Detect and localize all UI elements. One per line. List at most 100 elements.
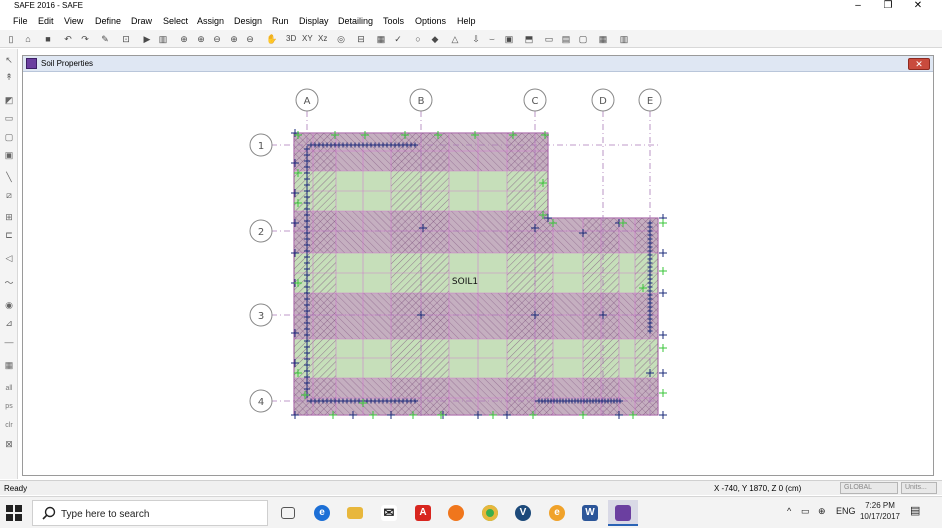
- object-shrink-icon[interactable]: ⊟: [355, 33, 367, 45]
- menu-edit[interactable]: Edit: [38, 16, 54, 26]
- reshape-icon[interactable]: ↟: [3, 71, 15, 83]
- draw-rect-icon[interactable]: ▭: [3, 112, 15, 124]
- minimize-button[interactable]: –: [848, 0, 868, 13]
- draw-line-icon[interactable]: ╲: [3, 171, 15, 183]
- draw-strip-icon[interactable]: ◁: [3, 252, 15, 264]
- set-display-icon[interactable]: ▦: [375, 33, 387, 45]
- windows-start-icon[interactable]: [6, 505, 22, 521]
- tray-chevron-icon[interactable]: ^: [787, 506, 791, 516]
- taskbar-vstudio[interactable]: V: [508, 500, 538, 526]
- edit-pencil-icon[interactable]: ✎: [99, 33, 111, 45]
- report-icon[interactable]: ▢: [577, 33, 589, 45]
- calc-icon[interactable]: ▥: [618, 33, 630, 45]
- snap-icon[interactable]: ⊠: [3, 438, 15, 450]
- child-close-button[interactable]: ✕: [908, 58, 930, 70]
- model-plan-view[interactable]: A B C D E 1 2 3 4 SOIL1: [23, 73, 933, 475]
- windows-taskbar: Type here to search e ✉ A V e W ^ ▭ ⊕ EN…: [0, 496, 942, 528]
- eraser-icon[interactable]: ◆: [429, 33, 441, 45]
- view-3d-button[interactable]: 3D: [286, 33, 296, 45]
- menu-file[interactable]: File: [13, 16, 28, 26]
- taskbar-acrobat[interactable]: A: [408, 500, 438, 526]
- menu-define[interactable]: Define: [95, 16, 121, 26]
- taskbar-firefox[interactable]: [441, 500, 471, 526]
- notification-icon[interactable]: ▤: [910, 504, 920, 517]
- zoom-in-icon[interactable]: ⊕: [195, 33, 207, 45]
- draw-section-icon[interactable]: —: [3, 336, 15, 348]
- menu-design[interactable]: Design: [234, 16, 262, 26]
- select-all-button[interactable]: all: [2, 383, 16, 395]
- close-button[interactable]: ✕: [908, 0, 928, 13]
- draw-area-icon[interactable]: ▢: [3, 131, 15, 143]
- coordinate-system-select[interactable]: GLOBAL: [840, 482, 898, 494]
- grid-icon[interactable]: ▦: [597, 33, 609, 45]
- deform-icon[interactable]: ⌣: [486, 33, 498, 45]
- taskbar-eclipse[interactable]: e: [542, 500, 572, 526]
- menu-options[interactable]: Options: [415, 16, 446, 26]
- menu-run[interactable]: Run: [272, 16, 289, 26]
- undo-icon[interactable]: ↶: [62, 33, 74, 45]
- clear-selection-button[interactable]: clr: [2, 420, 16, 432]
- lock-icon[interactable]: ⊡: [120, 33, 132, 45]
- taskbar-mail[interactable]: ✉: [374, 500, 404, 526]
- view-xy-button[interactable]: XY: [302, 33, 313, 45]
- draw-point-icon[interactable]: ◉: [3, 299, 15, 311]
- taskbar-clock[interactable]: 7:26 PM 10/17/2017: [855, 500, 905, 522]
- draw-opening-icon[interactable]: ▣: [3, 149, 15, 161]
- taskbar-chrome[interactable]: [475, 500, 505, 526]
- menu-assign[interactable]: Assign: [197, 16, 224, 26]
- zoom-previous-icon[interactable]: ⊖: [244, 33, 256, 45]
- clock-time: 7:26 PM: [865, 501, 895, 510]
- menu-display[interactable]: Display: [299, 16, 329, 26]
- taskbar-search-box[interactable]: Type here to search: [32, 500, 268, 526]
- taskbar-task-view[interactable]: [273, 500, 303, 526]
- slab-icon[interactable]: ⬒: [523, 33, 535, 45]
- window-title: SAFE 2016 - SAFE: [14, 1, 83, 10]
- zoom-out-icon[interactable]: ⊖: [211, 33, 223, 45]
- zoom-all-icon[interactable]: ⊕: [228, 33, 240, 45]
- perspective-icon[interactable]: ◎: [335, 33, 347, 45]
- draw-slab-icon[interactable]: ◩: [3, 94, 15, 106]
- taskbar-safe[interactable]: [608, 500, 638, 526]
- strip-icon[interactable]: ▣: [503, 33, 515, 45]
- save-icon[interactable]: ■: [42, 33, 54, 45]
- triangle-icon[interactable]: △: [449, 33, 461, 45]
- run-icon[interactable]: ▶: [141, 33, 153, 45]
- restore-button[interactable]: ❐: [878, 0, 898, 13]
- new-file-icon[interactable]: ▯: [5, 33, 17, 45]
- draw-wall-icon[interactable]: ⊏: [3, 229, 15, 241]
- pan-icon[interactable]: ✋: [266, 33, 278, 45]
- redo-icon[interactable]: ↷: [79, 33, 91, 45]
- taskbar-word[interactable]: W: [575, 500, 605, 526]
- view-xz-button[interactable]: Xz: [318, 33, 327, 45]
- load-arrow-icon[interactable]: ⇩: [470, 33, 482, 45]
- draw-grid-icon[interactable]: ▦: [3, 359, 15, 371]
- language-indicator[interactable]: ENG: [836, 506, 856, 516]
- model-icon[interactable]: ▥: [157, 33, 169, 45]
- units-button[interactable]: Units...: [901, 482, 937, 494]
- taskbar-file-explorer[interactable]: [340, 500, 370, 526]
- beam-icon[interactable]: ▭: [543, 33, 555, 45]
- menu-help[interactable]: Help: [457, 16, 476, 26]
- draw-column-icon[interactable]: ⊞: [3, 211, 15, 223]
- check-icon[interactable]: ✓: [392, 33, 404, 45]
- grid-label-4: 4: [258, 397, 264, 408]
- zoom-window-icon[interactable]: ⊕: [178, 33, 190, 45]
- select-previous-button[interactable]: ps: [2, 401, 16, 413]
- table-icon[interactable]: ▤: [560, 33, 572, 45]
- tray-globe-icon[interactable]: ⊕: [818, 506, 826, 517]
- safe-icon: [615, 505, 631, 521]
- grid-bubble-e: E: [638, 88, 662, 112]
- draw-beam-icon[interactable]: ⧄: [3, 189, 15, 201]
- menu-detailing[interactable]: Detailing: [338, 16, 373, 26]
- tray-network-icon[interactable]: ▭: [801, 506, 810, 517]
- menu-draw[interactable]: Draw: [131, 16, 152, 26]
- menu-tools[interactable]: Tools: [383, 16, 404, 26]
- pointer-icon[interactable]: ↖: [3, 54, 15, 66]
- circle-icon[interactable]: ○: [412, 33, 424, 45]
- menu-select[interactable]: Select: [163, 16, 188, 26]
- draw-dimension-icon[interactable]: ⊿: [3, 317, 15, 329]
- open-file-icon[interactable]: ⌂: [22, 33, 34, 45]
- taskbar-edge[interactable]: e: [307, 500, 337, 526]
- draw-tendon-icon[interactable]: 〜: [3, 277, 15, 289]
- menu-view[interactable]: View: [64, 16, 83, 26]
